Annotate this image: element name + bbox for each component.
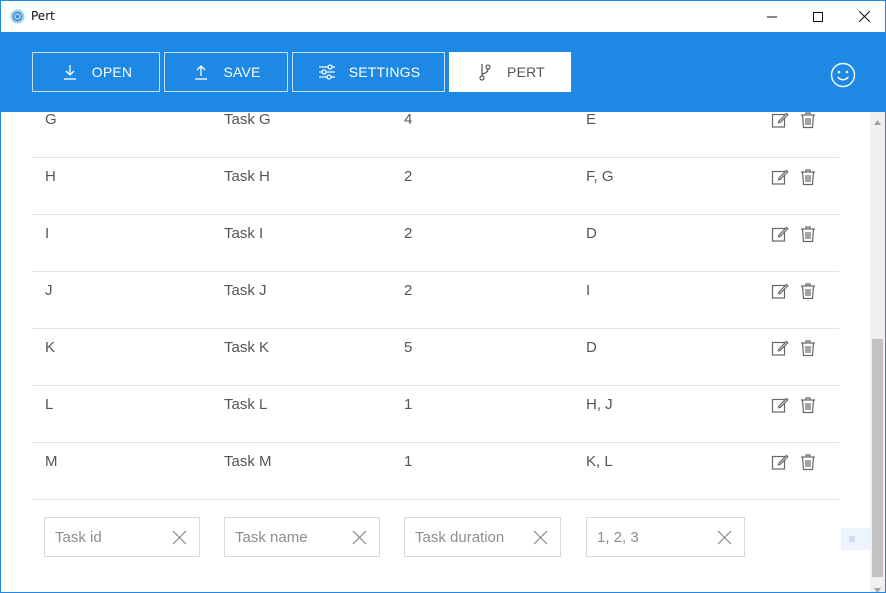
window-title: Pert (31, 9, 55, 23)
task-name-cell: Task M (224, 453, 272, 470)
task-id-field (44, 517, 200, 557)
task-dependencies-cell: K, L (586, 453, 613, 470)
trash-icon[interactable] (798, 338, 818, 358)
close-icon[interactable] (172, 530, 187, 545)
table-row: J Task J 2 I (32, 272, 839, 329)
task-duration-cell: 2 (404, 168, 413, 185)
row-actions (770, 281, 822, 303)
toolbar: OPEN SAVE SETTINGS PERT (1, 32, 885, 112)
edit-icon[interactable] (770, 167, 790, 187)
close-icon (858, 11, 870, 22)
open-button-label: OPEN (91, 64, 133, 80)
table-row: G Task G 4 E (32, 112, 839, 158)
pert-button[interactable]: PERT (449, 52, 571, 92)
app-icon (10, 9, 25, 24)
edit-icon[interactable] (770, 112, 790, 130)
maximize-button[interactable] (795, 1, 841, 32)
task-duration-cell: 1 (404, 453, 413, 470)
task-table: G Task G 4 E H Task H 2 F, G I Task I 2 D J Task J 2 I K… (1, 112, 870, 592)
task-dependencies-cell: E (586, 112, 597, 128)
scroll-up-arrow-icon[interactable] (873, 114, 882, 125)
row-actions (770, 167, 822, 189)
task-dependencies-cell: D (586, 339, 597, 356)
vertical-scrollbar[interactable] (870, 112, 885, 592)
trash-icon[interactable] (798, 281, 818, 301)
task-id-cell: I (45, 225, 50, 242)
edit-icon[interactable] (770, 338, 790, 358)
task-name-field (224, 517, 380, 557)
task-duration-cell: 2 (404, 225, 413, 242)
task-name-cell: Task L (224, 396, 268, 413)
pert-button-label: PERT (507, 64, 545, 80)
task-duration-cell: 1 (404, 396, 413, 413)
task-id-cell: L (45, 396, 54, 413)
minimize-button[interactable] (749, 1, 795, 32)
sliders-icon (317, 62, 337, 82)
row-actions (770, 452, 822, 474)
row-actions (770, 112, 822, 132)
close-icon[interactable] (533, 530, 548, 545)
task-dependencies-field (586, 517, 745, 557)
open-button[interactable]: OPEN (32, 52, 160, 92)
edit-icon[interactable] (770, 395, 790, 415)
edit-icon[interactable] (770, 281, 790, 301)
settings-button-label: SETTINGS (348, 64, 421, 80)
trash-icon[interactable] (798, 224, 818, 244)
task-id-cell: M (45, 453, 58, 470)
minimize-icon (767, 16, 777, 17)
row-actions (770, 395, 822, 417)
task-duration-field (404, 517, 561, 557)
close-window-button[interactable] (841, 1, 885, 32)
task-dependencies-cell: H, J (586, 396, 613, 413)
trash-icon[interactable] (798, 167, 818, 187)
task-duration-cell: 4 (404, 112, 413, 128)
app-window: Pert OPEN SAVE SETTINGS PERT G Task G 4 … (0, 0, 886, 593)
task-name-cell: Task J (224, 282, 267, 299)
close-icon[interactable] (352, 530, 367, 545)
faded-add-chip (841, 528, 870, 550)
task-id-cell: J (45, 282, 53, 299)
task-name-cell: Task K (224, 339, 270, 356)
scrollbar-thumb[interactable] (872, 339, 883, 577)
new-task-divider (32, 499, 758, 500)
table-row: K Task K 5 D (32, 329, 839, 386)
save-button[interactable]: SAVE (164, 52, 288, 92)
table-row: L Task L 1 H, J (32, 386, 839, 443)
task-name-cell: Task G (224, 112, 271, 128)
maximize-icon (813, 11, 823, 22)
row-actions (770, 338, 822, 360)
trash-icon[interactable] (798, 452, 818, 472)
task-duration-cell: 2 (404, 282, 413, 299)
task-id-cell: H (45, 168, 56, 185)
upload-icon (191, 62, 211, 82)
scroll-down-arrow-icon[interactable] (873, 581, 882, 592)
trash-icon[interactable] (798, 395, 818, 415)
smiley-icon[interactable] (830, 62, 856, 88)
task-name-cell: Task H (224, 168, 270, 185)
task-duration-cell: 5 (404, 339, 413, 356)
close-icon[interactable] (717, 530, 732, 545)
task-dependencies-cell: D (586, 225, 597, 242)
table-row: H Task H 2 F, G (32, 158, 839, 215)
task-id-cell: K (45, 339, 56, 356)
task-name-cell: Task I (224, 225, 264, 242)
save-button-label: SAVE (223, 64, 261, 80)
download-icon (60, 62, 80, 82)
title-bar: Pert (1, 1, 885, 32)
table-row: M Task M 1 K, L (32, 443, 839, 500)
settings-button[interactable]: SETTINGS (292, 52, 445, 92)
table-row: I Task I 2 D (32, 215, 839, 272)
task-dependencies-cell: I (586, 282, 591, 299)
trash-icon[interactable] (798, 112, 818, 130)
task-id-cell: G (45, 112, 57, 128)
branch-icon (475, 62, 495, 82)
row-actions (770, 224, 822, 246)
edit-icon[interactable] (770, 452, 790, 472)
edit-icon[interactable] (770, 224, 790, 244)
task-dependencies-cell: F, G (586, 168, 614, 185)
